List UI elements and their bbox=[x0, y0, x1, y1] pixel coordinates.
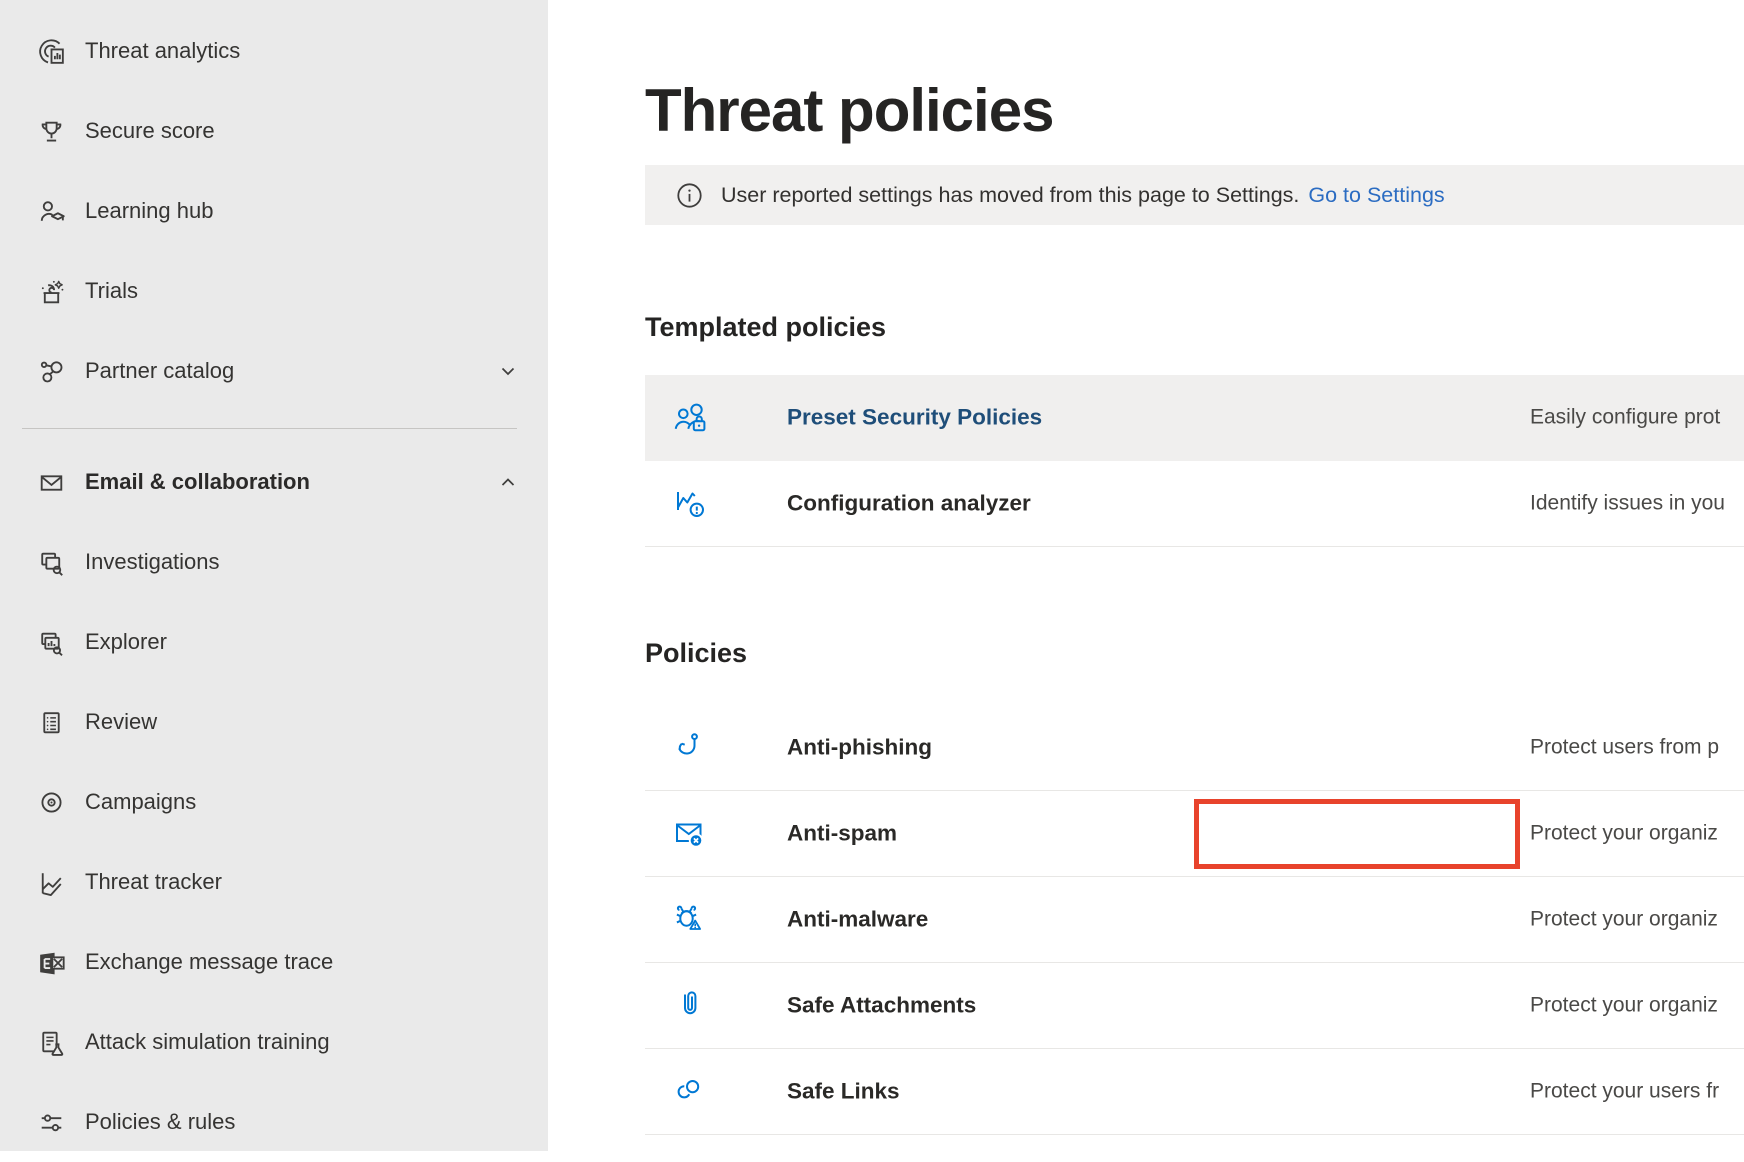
sidebar-item-label: Policies & rules bbox=[85, 1109, 235, 1135]
row-title[interactable]: Safe Links bbox=[787, 1078, 900, 1104]
sidebar: Threat analytics Secure score Learning h… bbox=[0, 0, 548, 1151]
sidebar-item-label: Campaigns bbox=[85, 789, 196, 815]
sidebar-item-trials[interactable]: Trials bbox=[0, 251, 548, 331]
sidebar-item-policies-rules[interactable]: Policies & rules bbox=[0, 1082, 548, 1162]
safe-links-icon bbox=[671, 1072, 711, 1112]
sidebar-item-label: Learning hub bbox=[85, 198, 213, 224]
secure-score-icon bbox=[34, 114, 68, 148]
row-configuration-analyzer[interactable]: Configuration analyzer Identify issues i… bbox=[645, 461, 1744, 547]
sidebar-item-label: Secure score bbox=[85, 118, 215, 144]
sidebar-item-exchange-message-trace[interactable]: Exchange message trace bbox=[0, 922, 548, 1002]
sidebar-item-email-collaboration[interactable]: Email & collaboration bbox=[0, 442, 548, 522]
row-title[interactable]: Preset Security Policies bbox=[787, 404, 1042, 430]
sidebar-item-label: Attack simulation training bbox=[85, 1029, 330, 1055]
chevron-down-icon[interactable] bbox=[498, 361, 518, 381]
sidebar-item-secure-score[interactable]: Secure score bbox=[0, 91, 548, 171]
threat-analytics-icon bbox=[34, 34, 68, 68]
info-icon bbox=[676, 182, 703, 209]
sidebar-item-label: Threat tracker bbox=[85, 869, 222, 895]
row-description: Identify issues in you bbox=[1530, 491, 1725, 515]
sidebar-item-label: Explorer bbox=[85, 629, 167, 655]
main-content: Threat policies User reported settings h… bbox=[548, 0, 1744, 1151]
sidebar-item-threat-analytics[interactable]: Threat analytics bbox=[0, 11, 548, 91]
row-description: Protect your users fr bbox=[1530, 1079, 1719, 1103]
sidebar-item-label: Investigations bbox=[85, 549, 220, 575]
row-preset-security-policies[interactable]: Preset Security Policies Easily configur… bbox=[645, 375, 1744, 461]
review-icon bbox=[34, 705, 68, 739]
row-safe-attachments[interactable]: Safe Attachments Protect your organiz bbox=[645, 963, 1744, 1049]
row-description: Protect your organiz bbox=[1530, 821, 1718, 845]
row-anti-spam[interactable]: Anti-spam Protect your organiz bbox=[645, 791, 1744, 877]
chevron-up-icon[interactable] bbox=[498, 472, 518, 492]
sidebar-item-label: Threat analytics bbox=[85, 38, 240, 64]
row-description: Easily configure prot bbox=[1530, 406, 1720, 430]
learning-hub-icon bbox=[34, 194, 68, 228]
explorer-icon bbox=[34, 625, 68, 659]
sidebar-divider bbox=[22, 428, 517, 429]
row-anti-phishing[interactable]: Anti-phishing Protect users from p bbox=[645, 705, 1744, 791]
row-safe-links[interactable]: Safe Links Protect your users fr bbox=[645, 1049, 1744, 1135]
sidebar-item-learning-hub[interactable]: Learning hub bbox=[0, 171, 548, 251]
anti-malware-icon bbox=[671, 900, 711, 940]
sidebar-item-label: Email & collaboration bbox=[85, 469, 310, 495]
sidebar-item-review[interactable]: Review bbox=[0, 682, 548, 762]
row-title[interactable]: Anti-spam bbox=[787, 820, 897, 846]
row-title[interactable]: Safe Attachments bbox=[787, 992, 976, 1018]
safe-attachments-icon bbox=[671, 986, 711, 1026]
sidebar-item-label: Trials bbox=[85, 278, 138, 304]
sidebar-item-attack-simulation-training[interactable]: Attack simulation training bbox=[0, 1002, 548, 1082]
sidebar-item-explorer[interactable]: Explorer bbox=[0, 602, 548, 682]
sidebar-item-investigations[interactable]: Investigations bbox=[0, 522, 548, 602]
sidebar-item-threat-tracker[interactable]: Threat tracker bbox=[0, 842, 548, 922]
investigations-icon bbox=[34, 545, 68, 579]
row-description: Protect your organiz bbox=[1530, 907, 1718, 931]
section-heading-policies: Policies bbox=[645, 638, 747, 669]
anti-phishing-icon bbox=[671, 728, 711, 768]
email-collaboration-icon bbox=[34, 465, 68, 499]
trials-icon bbox=[34, 274, 68, 308]
exchange-message-trace-icon bbox=[34, 945, 68, 979]
sidebar-item-label: Review bbox=[85, 709, 157, 735]
sidebar-item-campaigns[interactable]: Campaigns bbox=[0, 762, 548, 842]
row-title[interactable]: Anti-malware bbox=[787, 906, 928, 932]
attack-simulation-training-icon bbox=[34, 1025, 68, 1059]
preset-security-policies-icon bbox=[671, 398, 711, 438]
row-title[interactable]: Anti-phishing bbox=[787, 734, 932, 760]
policies-rules-icon bbox=[34, 1105, 68, 1139]
threat-tracker-icon bbox=[34, 865, 68, 899]
sidebar-item-partner-catalog[interactable]: Partner catalog bbox=[0, 331, 548, 411]
section-heading-templated-policies: Templated policies bbox=[645, 312, 886, 343]
campaigns-icon bbox=[34, 785, 68, 819]
page-title: Threat policies bbox=[645, 76, 1053, 145]
row-anti-malware[interactable]: Anti-malware Protect your organiz bbox=[645, 877, 1744, 963]
row-description: Protect users from p bbox=[1530, 735, 1719, 759]
go-to-settings-link[interactable]: Go to Settings bbox=[1308, 183, 1444, 208]
info-banner: User reported settings has moved from th… bbox=[645, 165, 1744, 225]
configuration-analyzer-icon bbox=[671, 484, 711, 524]
partner-catalog-icon bbox=[34, 354, 68, 388]
banner-message: User reported settings has moved from th… bbox=[721, 183, 1299, 208]
sidebar-item-label: Partner catalog bbox=[85, 358, 234, 384]
row-description: Protect your organiz bbox=[1530, 993, 1718, 1017]
anti-spam-icon bbox=[671, 814, 711, 854]
row-title[interactable]: Configuration analyzer bbox=[787, 490, 1031, 516]
sidebar-item-label: Exchange message trace bbox=[85, 949, 333, 975]
